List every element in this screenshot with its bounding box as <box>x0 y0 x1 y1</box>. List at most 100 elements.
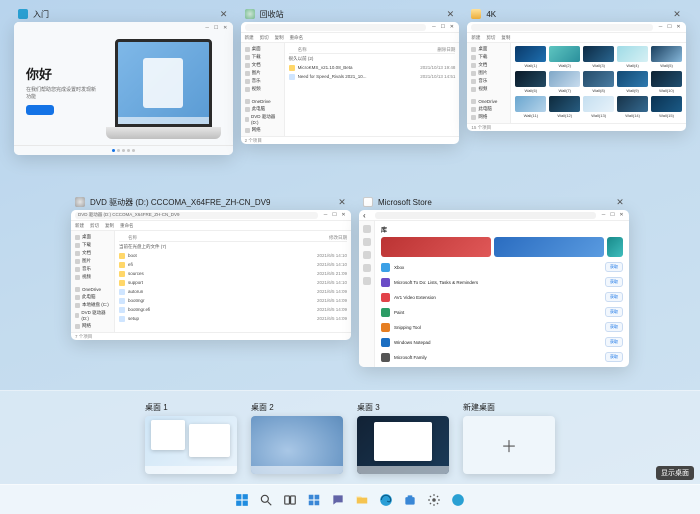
list-item[interactable]: Wall(1) <box>515 46 546 68</box>
close-icon[interactable]: ✕ <box>219 9 229 19</box>
install-button[interactable]: 获取 <box>605 307 623 317</box>
list-item[interactable]: Wall(15) <box>651 96 682 118</box>
list-item[interactable]: Wall(12) <box>549 96 580 118</box>
install-button[interactable]: 获取 <box>605 292 623 302</box>
close-icon[interactable]: ✕ <box>337 197 347 207</box>
list-item[interactable]: Wall(10) <box>651 71 682 93</box>
address-bar[interactable]: DVD 驱动器 (D:) CCCOMA_X64FRE_ZH-CN_DV9 <box>75 212 318 219</box>
toolbar-item[interactable]: 新建 <box>471 35 480 41</box>
store-taskbar-icon[interactable] <box>400 490 420 510</box>
virtual-desktop[interactable]: 桌面 1 <box>145 402 237 474</box>
sidebar-item[interactable]: OneDrive <box>75 287 110 292</box>
list-item[interactable]: Wall(4) <box>617 46 648 68</box>
desktop-thumbnail[interactable] <box>145 416 237 474</box>
back-icon[interactable]: ‹ <box>363 211 371 220</box>
list-item[interactable]: Paint获取 <box>381 306 623 318</box>
desktop-thumbnail[interactable] <box>251 416 343 474</box>
install-button[interactable]: 获取 <box>605 322 623 332</box>
toolbar-item[interactable]: 重命名 <box>290 35 304 41</box>
window-tile-dvd[interactable]: DVD 驱动器 (D:) CCCOMA_X64FRE_ZH-CN_DV9 ✕ D… <box>71 196 351 340</box>
toolbar-item[interactable]: 复制 <box>501 35 510 41</box>
hero-tile[interactable] <box>494 237 604 257</box>
app-icon[interactable] <box>448 490 468 510</box>
window-thumbnail[interactable]: DVD 驱动器 (D:) CCCOMA_X64FRE_ZH-CN_DV9─☐✕ … <box>71 210 351 340</box>
list-item[interactable]: bootmgr.efi2021/6/5 14:09 <box>119 305 347 314</box>
hero-tile[interactable] <box>607 237 623 257</box>
address-bar[interactable] <box>245 24 427 31</box>
explorer-sidebar[interactable]: 桌面 下载 文档 图片 音乐 视频 OneDrive 此电脑 网络 <box>467 43 511 123</box>
taskview-icon[interactable] <box>280 490 300 510</box>
install-button[interactable]: 获取 <box>605 262 623 272</box>
window-tile-4k[interactable]: 4K ✕ ─☐✕ 新建 剪切 复制 桌面 下载 文档 <box>467 8 686 131</box>
virtual-desktop[interactable]: 桌面 2 <box>251 402 343 474</box>
sidebar-item[interactable]: 下载 <box>245 54 280 60</box>
sidebar-item[interactable]: 图片 <box>75 258 110 264</box>
store-nav[interactable] <box>359 221 375 367</box>
file-list[interactable]: 名称删除日期 很久以前 (2) MicroKMS_v21.10.08_Beta2… <box>285 43 460 136</box>
toolbar-item[interactable]: 复制 <box>105 223 114 229</box>
sidebar-item[interactable]: DVD 驱动器 (D:) <box>75 310 110 321</box>
list-item[interactable]: support2021/6/5 14:10 <box>119 278 347 287</box>
install-button[interactable]: 获取 <box>605 337 623 347</box>
install-button[interactable]: 获取 <box>605 277 623 287</box>
window-tile-store[interactable]: Microsoft Store ✕ ‹─☐✕ 库 <box>359 196 629 367</box>
list-item[interactable]: boot2021/6/5 14:10 <box>119 251 347 260</box>
sidebar-item[interactable]: 视频 <box>245 86 280 92</box>
cta-button[interactable] <box>26 105 54 115</box>
desktop-thumbnail[interactable] <box>357 416 449 474</box>
list-item[interactable]: AV1 Video Extension获取 <box>381 291 623 303</box>
list-item[interactable]: bootmgr2021/6/5 14:09 <box>119 296 347 305</box>
virtual-desktop[interactable]: 桌面 3 <box>357 402 449 474</box>
toolbar-item[interactable]: 新建 <box>75 223 84 229</box>
list-item[interactable]: autorun2021/6/5 14:09 <box>119 287 347 296</box>
search-input[interactable] <box>375 212 596 219</box>
close-icon[interactable]: ✕ <box>672 9 682 19</box>
sidebar-item[interactable]: 网络 <box>75 323 110 329</box>
window-thumbnail[interactable]: ‹─☐✕ 库 Xbox获取 Microso <box>359 210 629 367</box>
sidebar-item[interactable]: 图片 <box>245 70 280 76</box>
list-item[interactable]: Wall(9) <box>617 71 648 93</box>
list-item[interactable]: Wall(8) <box>583 71 614 93</box>
toolbar-item[interactable]: 复制 <box>275 35 284 41</box>
toolbar-item[interactable]: 剪切 <box>486 35 495 41</box>
list-item[interactable]: Wall(6) <box>515 71 546 93</box>
list-item[interactable]: Need for Speed_Rivals 2021_10...2021/10/… <box>289 72 456 81</box>
sidebar-item[interactable]: 音乐 <box>75 266 110 272</box>
list-item[interactable]: Snipping Tool获取 <box>381 321 623 333</box>
list-item[interactable]: Xbox获取 <box>381 261 623 273</box>
sidebar-item[interactable]: 网络 <box>245 127 280 133</box>
sidebar-item[interactable]: 视频 <box>471 86 506 92</box>
sidebar-item[interactable]: OneDrive <box>245 99 280 104</box>
toolbar-item[interactable]: 剪切 <box>90 223 99 229</box>
window-thumbnail[interactable]: ─☐✕ 新建 剪切 复制 重命名 桌面 下载 文档 图片 音乐 <box>241 22 460 144</box>
list-item[interactable]: Wall(5) <box>651 46 682 68</box>
sidebar-item[interactable]: 此电脑 <box>245 106 280 112</box>
sidebar-item[interactable]: DVD 驱动器 (D:) <box>245 114 280 125</box>
window-thumbnail[interactable]: ─☐✕ 你好 在我们帮助您完成设置时发现新功能 <box>14 22 233 155</box>
toolbar-item[interactable]: 剪切 <box>260 35 269 41</box>
sidebar-item[interactable]: 下载 <box>75 242 110 248</box>
chat-icon[interactable] <box>328 490 348 510</box>
new-desktop[interactable]: 新建桌面 ＋ <box>463 402 555 474</box>
sidebar-item[interactable]: 文档 <box>75 250 110 256</box>
sidebar-item[interactable]: 下载 <box>471 54 506 60</box>
sidebar-item[interactable]: 文档 <box>245 62 280 68</box>
close-icon[interactable]: ✕ <box>445 9 455 19</box>
sidebar-item[interactable]: 此电脑 <box>471 106 506 112</box>
file-list[interactable]: 名称修改日期 当前在光盘上的文件 (7) boot2021/6/5 14:10 … <box>115 231 351 332</box>
sidebar-item[interactable]: 网络 <box>471 114 506 120</box>
list-item[interactable]: Wall(13) <box>583 96 614 118</box>
sidebar-item[interactable]: 本地磁盘 (C:) <box>75 302 110 308</box>
list-item[interactable]: Wall(2) <box>549 46 580 68</box>
list-item[interactable]: sources2021/6/5 21:09 <box>119 269 347 278</box>
address-bar[interactable] <box>471 24 653 31</box>
window-tile-recycle[interactable]: 回收站 ✕ ─☐✕ 新建 剪切 复制 重命名 桌面 下载 <box>241 8 460 144</box>
list-item[interactable]: Wall(3) <box>583 46 614 68</box>
explorer-icon[interactable] <box>352 490 372 510</box>
list-item[interactable]: MicroKMS_v21.10.08_Beta2021/10/13 19:48 <box>289 63 456 72</box>
sidebar-item[interactable]: 音乐 <box>245 78 280 84</box>
sidebar-item[interactable]: OneDrive <box>471 99 506 104</box>
list-item[interactable]: Wall(11) <box>515 96 546 118</box>
window-tile-intro[interactable]: 入门 ✕ ─☐✕ 你好 在我们帮助您完成设置时发现新功能 <box>14 8 233 155</box>
sidebar-item[interactable]: 音乐 <box>471 78 506 84</box>
